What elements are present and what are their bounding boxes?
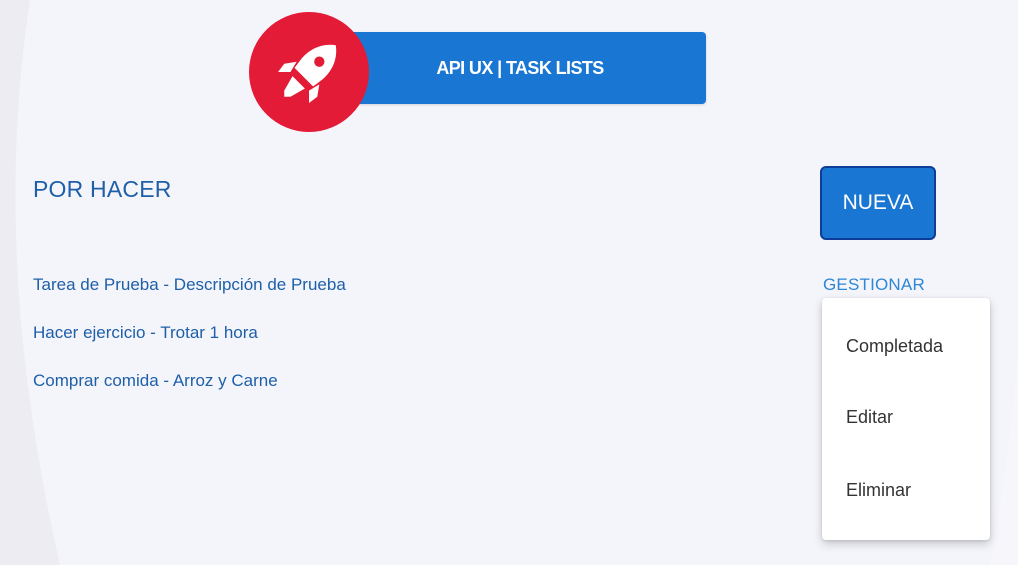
menu-item-edit[interactable]: Editar	[846, 407, 893, 428]
manage-button[interactable]: GESTIONAR	[823, 275, 925, 295]
new-task-button[interactable]: NUEVA	[820, 166, 936, 240]
app-title: API UX | TASK LISTS	[436, 58, 604, 78]
manage-dropdown-menu: Completada Editar Eliminar	[822, 298, 990, 540]
task-item[interactable]: Tarea de Prueba - Descripción de Prueba	[33, 274, 346, 322]
menu-item-delete[interactable]: Eliminar	[846, 480, 911, 501]
task-item[interactable]: Comprar comida - Arroz y Carne	[33, 370, 346, 418]
rocket-icon	[278, 44, 337, 103]
task-item[interactable]: Hacer ejercicio - Trotar 1 hora	[33, 322, 346, 370]
task-list: Tarea de Prueba - Descripción de Prueba …	[33, 274, 346, 418]
menu-item-completed[interactable]: Completada	[846, 336, 943, 357]
app-logo	[249, 12, 369, 132]
section-title: POR HACER	[33, 176, 172, 202]
